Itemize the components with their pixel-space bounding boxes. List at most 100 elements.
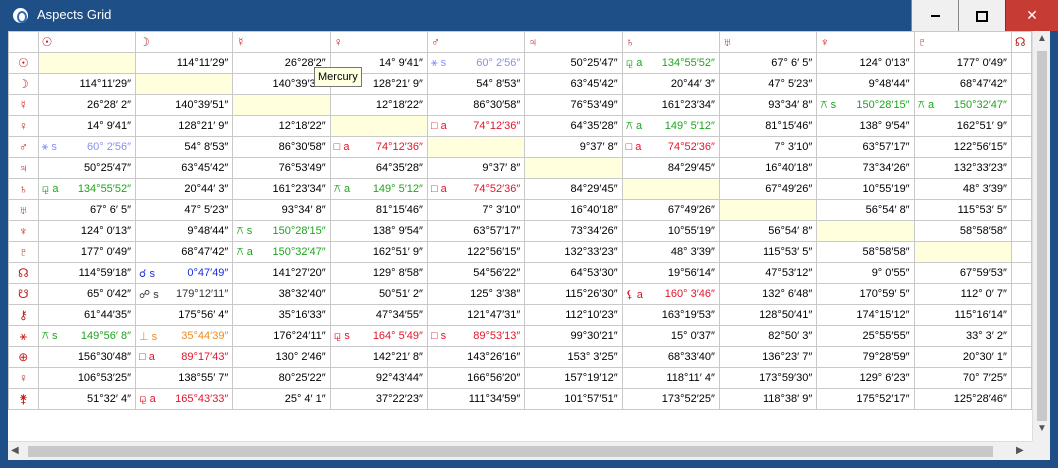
aspect-cell[interactable]: 64°53′30″	[524, 262, 623, 284]
aspect-cell[interactable]: 124° 0′13″	[37, 220, 137, 242]
column-header[interactable]: ♇	[913, 31, 1012, 53]
row-header[interactable]: ♄	[8, 178, 39, 200]
aspect-cell[interactable]: 9° 0′55″	[816, 262, 915, 284]
aspect-cell[interactable]: 125°28′46″	[913, 388, 1012, 410]
aspect-cell[interactable]: 84°29′45″	[524, 178, 623, 200]
aspect-cell[interactable]: 177° 0′49″	[913, 52, 1012, 74]
aspect-cell[interactable]: 20°44′ 3″	[621, 73, 720, 95]
aspect-cell[interactable]	[1010, 157, 1032, 179]
aspect-cell[interactable]: 141°27′20″	[232, 262, 331, 284]
column-header[interactable]: ♀	[329, 31, 428, 53]
aspect-cell[interactable]: 81°15′46″	[718, 115, 818, 137]
diagonal-cell[interactable]	[524, 157, 623, 179]
aspect-cell[interactable]: 64°35′28″	[524, 115, 623, 137]
aspect-cell[interactable]: 70° 7′25″	[913, 367, 1012, 389]
aspect-cell[interactable]: 174°15′12″	[816, 304, 915, 326]
column-header[interactable]: ♃	[524, 31, 623, 53]
aspect-cell[interactable]: 67°59′53″	[913, 262, 1012, 284]
aspect-cell[interactable]: 112°10′23″	[524, 304, 623, 326]
aspect-cell[interactable]: 122°56′15″	[913, 136, 1012, 158]
aspect-cell[interactable]: 12°18′22″	[232, 115, 331, 137]
aspect-cell[interactable]: 58°58′58″	[913, 220, 1012, 242]
aspect-cell[interactable]: 50°25′47″	[524, 52, 623, 74]
vertical-scroll-thumb[interactable]	[1037, 51, 1047, 421]
aspect-cell[interactable]: 140°39′51″	[134, 94, 234, 116]
aspect-cell[interactable]	[1010, 283, 1032, 305]
row-header[interactable]: ⚵	[8, 388, 39, 410]
diagonal-cell[interactable]	[232, 94, 331, 116]
aspect-cell[interactable]: 64°35′28″	[329, 157, 428, 179]
aspect-cell[interactable]: 47°34′55″	[329, 304, 428, 326]
aspect-cell[interactable]: □ a 74°52′36″	[426, 178, 526, 200]
aspect-cell[interactable]: 10°55′19″	[816, 178, 915, 200]
aspect-cell[interactable]: 58°58′58″	[816, 241, 915, 263]
aspect-cell[interactable]: 56°54′ 8″	[718, 220, 818, 242]
aspect-cell[interactable]: 20°44′ 3″	[134, 178, 234, 200]
aspect-cell[interactable]	[1010, 262, 1032, 284]
aspect-cell[interactable]: 73°34′26″	[524, 220, 623, 242]
aspect-cell[interactable]: 132°33′23″	[524, 241, 623, 263]
row-header[interactable]: ☉	[8, 52, 39, 74]
aspect-cell[interactable]: 67°49′26″	[621, 199, 720, 221]
row-header[interactable]: ☊	[8, 262, 39, 284]
row-header[interactable]: ♆	[8, 220, 39, 242]
aspect-cell[interactable]	[1010, 388, 1032, 410]
aspect-cell[interactable]: 161°23′34″	[232, 178, 331, 200]
aspect-cell[interactable]: 56°54′ 8″	[816, 199, 915, 221]
aspect-cell[interactable]: ⚻ s 150°28′15″	[816, 94, 915, 116]
aspect-cell[interactable]: 48° 3′39″	[913, 178, 1012, 200]
row-header[interactable]: ☿	[8, 94, 39, 116]
aspect-cell[interactable]: 175°52′17″	[816, 388, 915, 410]
aspect-cell[interactable]: 61°44′35″	[37, 304, 137, 326]
aspect-cell[interactable]	[1010, 241, 1032, 263]
aspect-cell[interactable]: 106°53′25″	[37, 367, 137, 389]
aspect-cell[interactable]: □ s 89°53′13″	[426, 325, 526, 347]
aspect-cell[interactable]: □ a 89°17′43″	[134, 346, 234, 368]
aspect-cell[interactable]: □ a 74°52′36″	[621, 136, 720, 158]
aspect-cell[interactable]: 163°19′53″	[621, 304, 720, 326]
aspect-cell[interactable]: 132°33′23″	[913, 157, 1012, 179]
row-header[interactable]: ⚹	[8, 325, 39, 347]
aspect-cell[interactable]: 47° 5′23″	[134, 199, 234, 221]
aspect-cell[interactable]: 128°21′ 9″	[134, 115, 234, 137]
column-header[interactable]: ☉	[37, 31, 137, 53]
aspect-cell[interactable]: 7° 3′10″	[718, 136, 818, 158]
aspect-cell[interactable]: 9°37′ 8″	[524, 136, 623, 158]
aspect-cell[interactable]: 48° 3′39″	[621, 241, 720, 263]
aspect-cell[interactable]: ⚹ s 60° 2′56″	[37, 136, 137, 158]
aspect-cell[interactable]: 80°25′22″	[232, 367, 331, 389]
aspect-cell[interactable]: 50°51′ 2″	[329, 283, 428, 305]
aspect-cell[interactable]: 170°59′ 5″	[816, 283, 915, 305]
column-header[interactable]: ☽	[134, 31, 234, 53]
aspect-cell[interactable]: 67°49′26″	[718, 178, 818, 200]
aspect-cell[interactable]: 81°15′46″	[329, 199, 428, 221]
aspect-cell[interactable]: 63°57′17″	[426, 220, 526, 242]
aspects-grid[interactable]: ☉ ☽ ☿ ♀ ♂ ♃ ♄ ♅ ♆ ♇ ☊ ☉ 114°11′29″ 26°28′2″ 14° 9′41″…	[8, 31, 1032, 440]
aspect-cell[interactable]: 114°59′18″	[37, 262, 137, 284]
aspect-cell[interactable]: 25°55′55″	[816, 325, 915, 347]
aspect-cell[interactable]: 67° 6′ 5″	[718, 52, 818, 74]
aspect-cell[interactable]: ⚻ a 149° 5′12″	[621, 115, 720, 137]
aspect-cell[interactable]: 7° 3′10″	[426, 199, 526, 221]
aspect-cell[interactable]: □ a 74°12′36″	[426, 115, 526, 137]
aspect-cell[interactable]: 50°25′47″	[37, 157, 137, 179]
minimize-button[interactable]	[911, 0, 958, 31]
aspect-cell[interactable]: 129° 6′23″	[816, 367, 915, 389]
aspect-cell[interactable]: 79°28′59″	[816, 346, 915, 368]
aspect-cell[interactable]	[1010, 199, 1032, 221]
aspect-cell[interactable]: 15° 0′37″	[621, 325, 720, 347]
aspect-cell[interactable]: 86°30′58″	[232, 136, 331, 158]
aspect-cell[interactable]: 92°43′44″	[329, 367, 428, 389]
row-header[interactable]: ☽	[8, 73, 39, 95]
scroll-down-icon[interactable]: ▼	[1037, 423, 1047, 434]
aspect-cell[interactable]: ⚻ a 150°32′47″	[232, 241, 331, 263]
row-header[interactable]: ♀	[8, 367, 39, 389]
aspect-cell[interactable]: □ a 74°12′36″	[329, 136, 428, 158]
aspect-cell[interactable]: 121°47′31″	[426, 304, 526, 326]
aspect-cell[interactable]: 143°26′16″	[426, 346, 526, 368]
row-header[interactable]: ⊕	[8, 346, 39, 368]
aspect-cell[interactable]: 132° 6′48″	[718, 283, 818, 305]
aspect-cell[interactable]: 67° 6′ 5″	[37, 199, 137, 221]
aspect-cell[interactable]: 161°23′34″	[621, 94, 720, 116]
aspect-cell[interactable]: 63°45′42″	[134, 157, 234, 179]
